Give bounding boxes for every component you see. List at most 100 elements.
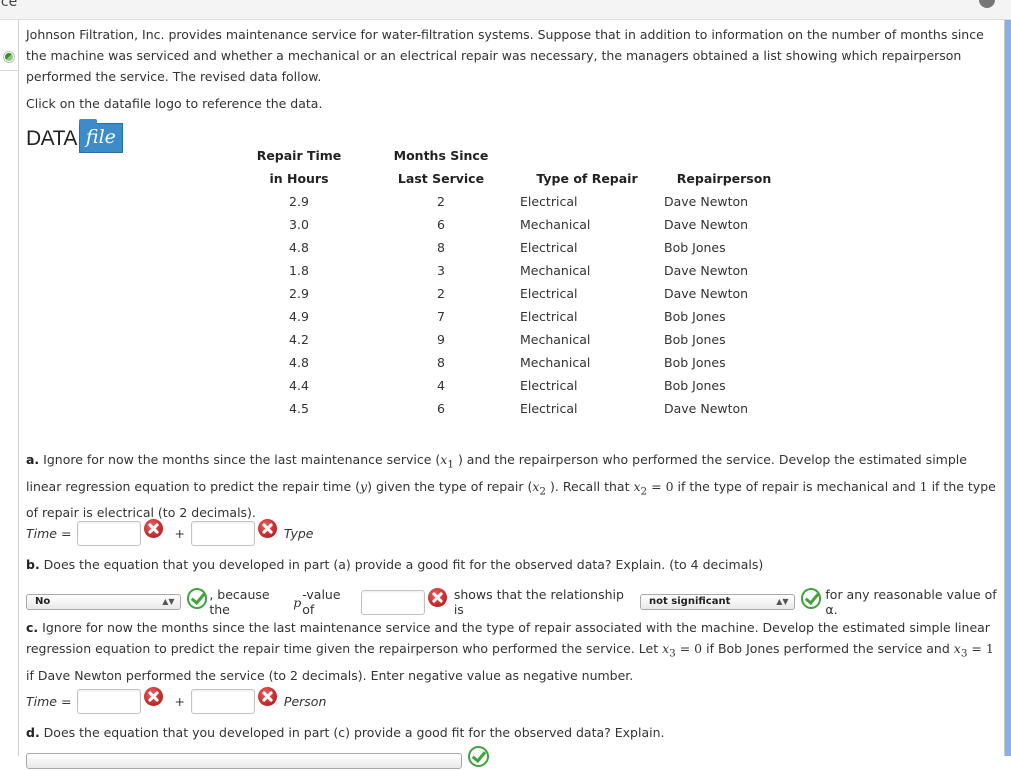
math-eq: = 0 — [647, 478, 674, 494]
gutter-divider — [0, 70, 18, 71]
incorrect-icon — [257, 687, 277, 706]
math-sub: 3 — [669, 647, 676, 660]
incorrect-icon — [144, 519, 164, 538]
scrollbar[interactable] — [1004, 20, 1011, 756]
incorrect-icon — [257, 519, 277, 538]
part-c-intercept-input[interactable] — [77, 689, 142, 714]
table-row: 1.8 3 Mechanical Dave Newton — [224, 259, 784, 282]
cell-type-of-repair: Electrical — [520, 378, 578, 393]
math-eq: = 1 — [967, 641, 994, 656]
cell-repairperson: Bob Jones — [664, 378, 726, 393]
header-empty — [654, 144, 784, 167]
part-a-question: a. Ignore for now the months since the l… — [26, 449, 998, 523]
math-x: x — [633, 478, 641, 494]
question-content: Johnson Filtration, Inc. provides mainte… — [26, 24, 998, 155]
datafile-logo-file: file — [85, 126, 116, 148]
select-arrows-icon: ▲▼ — [162, 597, 175, 606]
table-row: 4.4 4 Electrical Bob Jones — [224, 374, 784, 397]
table-row: 4.9 7 Electrical Bob Jones — [224, 305, 784, 328]
part-c-text: if Bob Jones performed the service and — [702, 641, 954, 656]
cell-repairperson: Bob Jones — [664, 332, 726, 347]
part-d-select[interactable] — [26, 752, 462, 769]
header-months-1: Months Since — [393, 148, 489, 163]
table-row: 2.9 2 Electrical Dave Newton — [224, 282, 784, 305]
cell-months: 3 — [437, 263, 445, 278]
good-fit-select-value: No — [35, 596, 51, 607]
p-value-input[interactable] — [361, 589, 426, 615]
cell-type-of-repair: Electrical — [520, 240, 578, 255]
cell-months: 8 — [437, 355, 445, 370]
progress-status-icon — [3, 51, 15, 63]
part-c-answer-row: Time = + Person — [26, 687, 327, 714]
part-a-answer-row: Time = + Type — [26, 519, 314, 546]
cell-repair-time: 1.8 — [289, 263, 309, 278]
part-b-text-4: for any reasonable value of α. — [825, 587, 997, 617]
significance-select-value: not significant — [649, 596, 731, 607]
cell-type-of-repair: Mechanical — [520, 263, 591, 278]
header-repair-time-2: in Hours — [269, 171, 329, 186]
cell-months: 8 — [437, 240, 445, 255]
cell-type-of-repair: Mechanical — [520, 217, 591, 232]
cell-repair-time: 4.5 — [289, 401, 309, 416]
incorrect-icon — [144, 687, 164, 706]
part-a-text: if the type of repair is mechanical and — [673, 478, 920, 494]
part-a-text: ) given the type of repair ( — [367, 478, 533, 494]
part-c-slope-input[interactable] — [190, 689, 255, 714]
correct-icon — [186, 587, 208, 609]
cell-repair-time: 4.4 — [289, 378, 309, 393]
folder-icon: file — [78, 119, 123, 153]
header-repairperson: Repairperson — [676, 171, 772, 186]
cell-months: 9 — [437, 332, 445, 347]
cell-repairperson: Bob Jones — [664, 355, 726, 370]
data-table: Repair Time Months Since in Hours Last S… — [224, 144, 784, 420]
good-fit-select[interactable]: No ▲▼ — [26, 594, 181, 610]
cell-repair-time: 4.8 — [289, 240, 309, 255]
part-b-answer-row: No ▲▼ , because the p -value of shows tha… — [26, 587, 1011, 617]
correct-icon — [800, 587, 822, 609]
top-bar: ice — [0, 0, 1011, 20]
plus-sign: + — [174, 526, 185, 541]
math-one: 1 — [919, 478, 928, 494]
part-b-text: Does the equation that you developed in … — [39, 557, 764, 572]
math-sub: 1 — [447, 458, 454, 471]
table-body: 2.9 2 Electrical Dave Newton 3.0 6 Mechanical D… — [224, 190, 784, 420]
table-header-row-1: Repair Time Months Since — [224, 144, 784, 167]
cell-months: 2 — [437, 286, 445, 301]
cell-type-of-repair: Electrical — [520, 286, 578, 301]
part-b-label: b. — [26, 557, 40, 572]
part-c-label: c. — [26, 620, 39, 635]
info-icon[interactable] — [979, 0, 995, 8]
part-b-text-3: shows that the relationship is — [453, 587, 624, 617]
math-eq: = 0 — [675, 641, 703, 656]
cell-repairperson: Dave Newton — [664, 401, 749, 416]
correct-icon — [468, 746, 489, 767]
cell-repair-time: 3.0 — [289, 217, 309, 232]
select-arrows-icon: ▲▼ — [776, 597, 789, 606]
header-type-of-repair: Type of Repair — [536, 171, 638, 186]
table-row: 4.5 6 Electrical Dave Newton — [224, 397, 784, 420]
click-note: Click on the datafile logo to reference … — [26, 96, 323, 111]
cell-type-of-repair: Electrical — [520, 194, 578, 209]
part-c-question: c. Ignore for now the months since the l… — [26, 617, 998, 686]
table-row: 3.0 6 Mechanical Dave Newton — [224, 213, 784, 236]
incorrect-icon — [428, 587, 447, 607]
significance-select[interactable]: not significant ▲▼ — [640, 594, 795, 610]
datafile-logo-button[interactable]: DATA file — [26, 119, 123, 155]
cell-repairperson: Dave Newton — [664, 263, 749, 278]
cell-repairperson: Dave Newton — [664, 194, 749, 209]
part-d-question: d. Does the equation that you developed … — [26, 722, 998, 743]
part-d-text: Does the equation that you developed in … — [39, 725, 665, 740]
header-months-2: Last Service — [397, 171, 485, 186]
part-a-text: ). Recall that — [546, 478, 634, 494]
person-label: Person — [283, 694, 327, 709]
cell-months: 6 — [437, 217, 445, 232]
datafile-logo-data: DATA — [26, 126, 77, 150]
cell-repair-time: 4.2 — [289, 332, 309, 347]
header-repair-time-1: Repair Time — [256, 148, 342, 163]
cell-repairperson: Dave Newton — [664, 286, 749, 301]
part-a-slope-input[interactable] — [190, 521, 255, 546]
cell-months: 6 — [437, 401, 445, 416]
table-row: 4.2 9 Mechanical Bob Jones — [224, 328, 784, 351]
part-a-intercept-input[interactable] — [77, 521, 142, 546]
part-b-text-1: , because the — [209, 587, 270, 617]
